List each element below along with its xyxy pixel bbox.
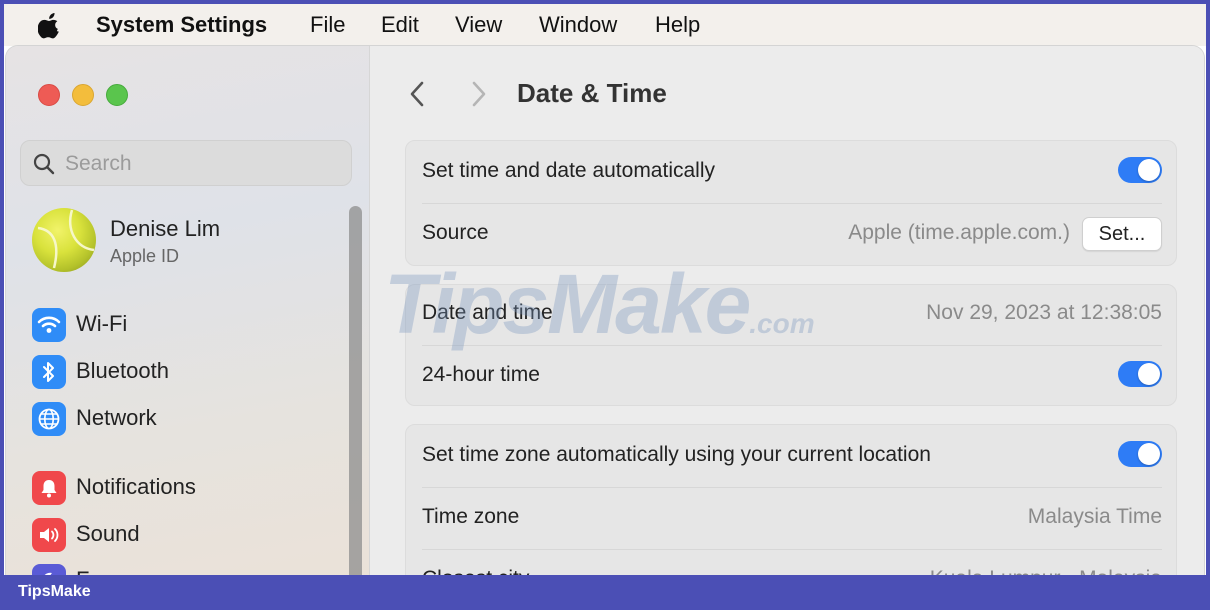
menu-edit[interactable]: Edit — [381, 13, 419, 37]
zoom-window-button[interactable] — [106, 84, 128, 106]
date-time-group: Date and time Nov 29, 2023 at 12:38:05 2… — [405, 284, 1177, 406]
set-time-zone-auto-row: Set time zone automatically using your c… — [422, 425, 1162, 487]
row-label: Date and time — [422, 301, 553, 324]
tennis-ball-icon — [37, 209, 95, 269]
sidebar-item-label: Sound — [76, 521, 140, 546]
source-row: Source Apple (time.apple.com.) Set... — [422, 203, 1162, 265]
sidebar-item-label: Wi-Fi — [76, 311, 128, 336]
bell-icon — [32, 471, 66, 505]
date-time-value: Nov 29, 2023 at 12:38:05 — [926, 301, 1162, 324]
search-icon — [33, 153, 55, 175]
account-name: Denise Lim — [110, 216, 221, 241]
globe-icon — [32, 402, 66, 436]
automatic-time-group: Set time and date automatically Source A… — [405, 140, 1177, 266]
screen-frame: System Settings File Edit View Window He… — [4, 4, 1206, 575]
avatar — [32, 208, 96, 272]
sidebar-item-bluetooth[interactable]: Bluetooth — [32, 353, 332, 389]
set-time-zone-auto-toggle[interactable] — [1118, 441, 1162, 467]
search-box — [20, 140, 352, 186]
speaker-icon — [32, 518, 66, 552]
sidebar-item-label: Bluetooth — [76, 358, 169, 383]
menu-app-name[interactable]: System Settings — [96, 13, 267, 37]
row-label: Set time and date automatically — [422, 159, 715, 182]
apple-logo-icon[interactable] — [38, 13, 62, 39]
set-time-auto-row: Set time and date automatically — [422, 141, 1162, 203]
search-input[interactable] — [65, 149, 335, 179]
menu-bar: System Settings File Edit View Window He… — [4, 4, 1206, 46]
apple-id-account[interactable]: Denise Lim Apple ID — [32, 208, 342, 276]
date-and-time-row: Date and time Nov 29, 2023 at 12:38:05 — [422, 283, 1162, 345]
sidebar-item-label: Notifications — [76, 474, 196, 499]
time-zone-group: Set time zone automatically using your c… — [405, 424, 1177, 575]
menu-help[interactable]: Help — [655, 13, 700, 37]
back-chevron-icon[interactable] — [407, 80, 427, 108]
moon-icon — [32, 564, 66, 575]
set-time-auto-toggle[interactable] — [1118, 157, 1162, 183]
menu-window[interactable]: Window — [539, 13, 617, 37]
sidebar-item-wifi[interactable]: Wi-Fi — [32, 306, 332, 342]
row-label: Source — [422, 221, 489, 244]
24-hour-time-row: 24-hour time — [422, 345, 1162, 407]
set-source-button[interactable]: Set... — [1082, 217, 1162, 251]
24-hour-time-toggle[interactable] — [1118, 361, 1162, 387]
menu-view[interactable]: View — [455, 13, 502, 37]
sidebar-item-focus[interactable]: F... — [32, 562, 332, 575]
sidebar-item-network[interactable]: Network — [32, 400, 332, 436]
main-content: Date & Time Set time and date automatica… — [371, 46, 1204, 575]
sidebar-item-label: Network — [76, 405, 157, 430]
sidebar-item-notifications[interactable]: Notifications — [32, 469, 332, 505]
sidebar-item-label: F... — [76, 567, 105, 575]
menu-file[interactable]: File — [310, 13, 345, 37]
sidebar-item-sound[interactable]: Sound — [32, 516, 332, 552]
closest-city-value: Kuala Lumpur - Malaysia — [930, 567, 1162, 575]
row-label: Closest city — [422, 567, 529, 575]
page-title: Date & Time — [517, 78, 667, 108]
bluetooth-icon — [32, 355, 66, 389]
sidebar: Denise Lim Apple ID Wi-Fi — [6, 46, 370, 575]
settings-window: Denise Lim Apple ID Wi-Fi — [6, 46, 1204, 575]
row-label: 24-hour time — [422, 363, 540, 386]
row-label: Time zone — [422, 505, 520, 528]
time-zone-value: Malaysia Time — [1027, 505, 1162, 528]
source-value: Apple (time.apple.com.) — [848, 221, 1070, 244]
close-window-button[interactable] — [38, 84, 60, 106]
minimize-window-button[interactable] — [72, 84, 94, 106]
sidebar-scrollbar[interactable] — [349, 206, 362, 575]
time-zone-row: Time zone Malaysia Time — [422, 487, 1162, 549]
account-subtitle: Apple ID — [110, 246, 180, 266]
forward-chevron-icon[interactable] — [469, 80, 489, 108]
row-label: Set time zone automatically using your c… — [422, 443, 931, 466]
closest-city-row: Closest city Kuala Lumpur - Malaysia — [422, 549, 1162, 575]
wifi-icon — [32, 308, 66, 342]
brand-label: TipsMake — [18, 583, 91, 600]
brand-bar: TipsMake — [0, 575, 1210, 610]
